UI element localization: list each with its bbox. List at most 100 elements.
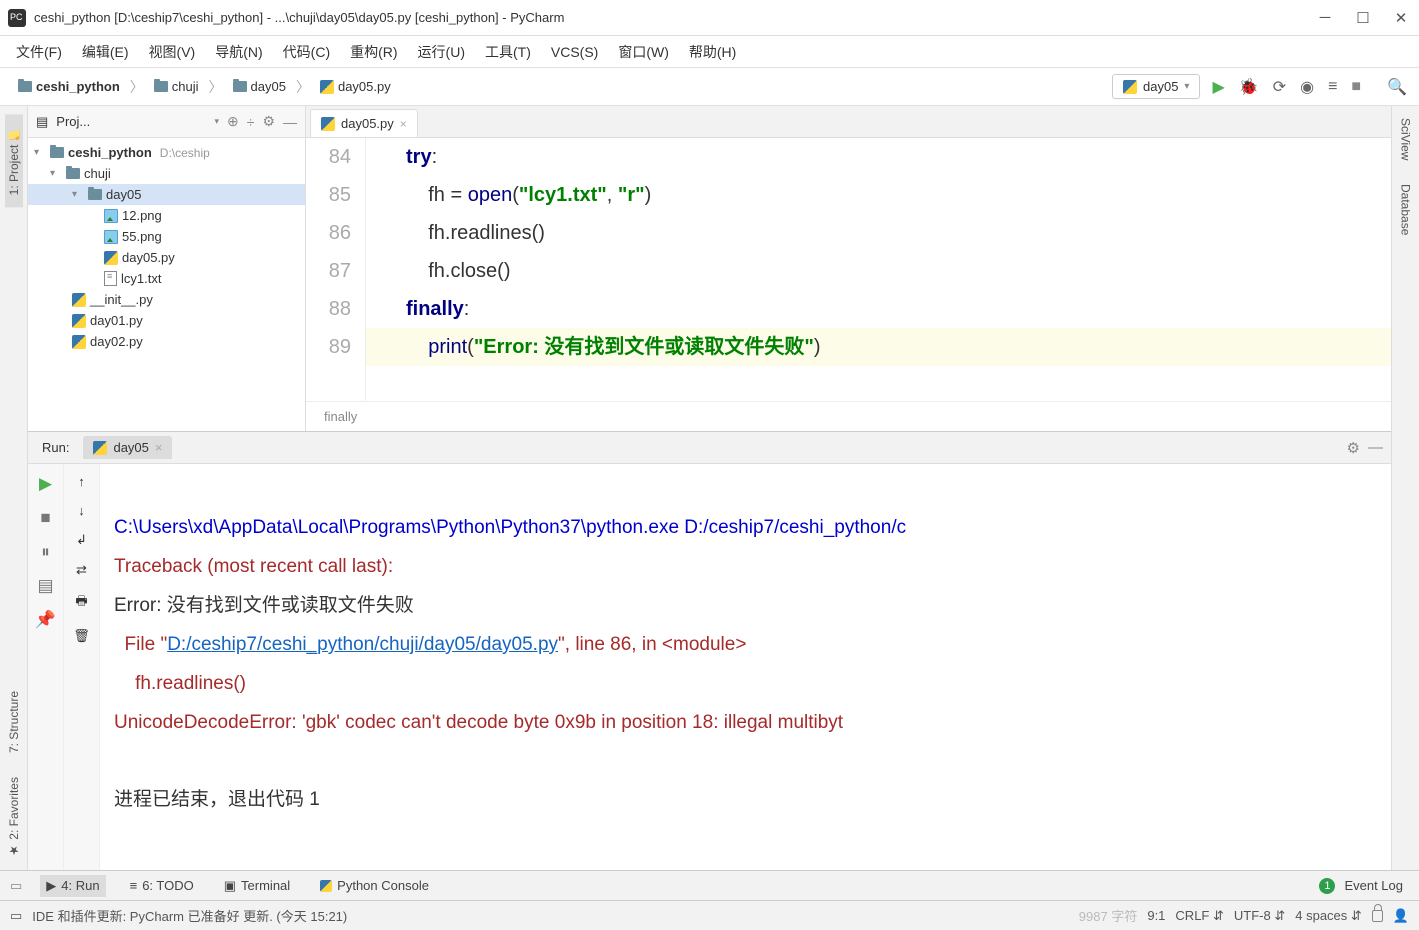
hide-icon[interactable]: — — [283, 114, 297, 130]
profile-button[interactable]: ◉ — [1300, 77, 1314, 97]
tree-file[interactable]: __init__.py — [28, 289, 305, 310]
hide-icon[interactable]: — — [1368, 439, 1383, 456]
output-line: fh.readlines() — [114, 673, 246, 694]
stop-button[interactable]: ■ — [1351, 78, 1361, 96]
tree-file[interactable]: 55.png — [28, 226, 305, 247]
project-view-icon: ▤ — [36, 114, 48, 130]
tree-file[interactable]: lcy1.txt — [28, 268, 305, 289]
tree-root[interactable]: ▾ceshi_pythonD:\ceship — [28, 142, 305, 163]
inspector-icon[interactable]: 👤 — [1393, 908, 1409, 924]
rerun-button[interactable]: ▶ — [39, 474, 52, 494]
database-tool-tab[interactable]: Database — [1397, 172, 1415, 247]
stop-button[interactable]: ■ — [40, 508, 50, 528]
menu-run[interactable]: 运行(U) — [410, 38, 473, 66]
project-title[interactable]: Proj... — [56, 114, 206, 129]
layout-button[interactable]: ▤ — [37, 576, 53, 596]
maximize-button[interactable]: ☐ — [1353, 8, 1373, 28]
status-message[interactable]: IDE 和插件更新: PyCharm 已准备好 更新. (今天 15:21) — [32, 906, 347, 925]
breadcrumb-item[interactable]: day05 — [227, 77, 292, 96]
tab-label: day05.py — [341, 116, 394, 131]
code-editor[interactable]: 848586878889 try: fh = open("lcy1.txt", … — [306, 138, 1391, 401]
todo-tool-tab[interactable]: ≡ 6: TODO — [124, 875, 200, 896]
coverage-button[interactable]: ⟳ — [1273, 77, 1286, 97]
breadcrumb-label: day05.py — [338, 79, 391, 94]
line-separator[interactable]: CRLF ⇵ — [1175, 908, 1223, 924]
search-button[interactable]: 🔍 — [1387, 77, 1407, 97]
concurrent-button[interactable]: ≡ — [1328, 78, 1337, 96]
output-line: C:\Users\xd\AppData\Local\Programs\Pytho… — [114, 517, 906, 538]
cursor-position[interactable]: 9:1 — [1147, 908, 1165, 923]
notification-badge: 1 — [1319, 878, 1335, 894]
breadcrumb-label: chuji — [172, 79, 199, 94]
run-tab[interactable]: day05 × — [83, 436, 172, 459]
event-log-tool-tab[interactable]: 1Event Log — [1313, 875, 1409, 897]
folder-icon — [154, 81, 168, 92]
editor-tab[interactable]: day05.py × — [310, 109, 418, 137]
run-button[interactable]: ▶ — [1212, 77, 1224, 97]
editor-tabs: day05.py × — [306, 106, 1391, 138]
close-tab-icon[interactable]: × — [155, 440, 163, 455]
left-gutter: 1: Project📁 7: Structure ★2: Favorites — [0, 106, 28, 870]
chevron-down-icon[interactable]: ▾ — [214, 116, 219, 127]
python-console-tool-tab[interactable]: Python Console — [314, 875, 435, 896]
run-tool-column-2: ↑ ↓ ↲ ⇄ 🖶 🗑 — [64, 464, 100, 870]
close-tab-icon[interactable]: × — [400, 117, 407, 131]
breadcrumb-file[interactable]: day05.py — [314, 77, 397, 96]
run-config-selector[interactable]: day05 ▾ — [1112, 74, 1200, 99]
indent[interactable]: 4 spaces ⇵ — [1295, 908, 1362, 924]
menu-window[interactable]: 窗口(W) — [610, 38, 677, 66]
menu-view[interactable]: 视图(V) — [141, 38, 204, 66]
collapse-icon[interactable]: ÷ — [247, 114, 255, 130]
project-tool-tab[interactable]: 1: Project📁 — [5, 114, 23, 207]
tree-file[interactable]: day01.py — [28, 310, 305, 331]
menu-help[interactable]: 帮助(H) — [681, 38, 744, 66]
lock-icon[interactable] — [1372, 910, 1383, 922]
wrap-button[interactable]: ↲ — [76, 532, 87, 548]
close-button[interactable]: ✕ — [1391, 8, 1411, 28]
menu-vcs[interactable]: VCS(S) — [543, 40, 606, 64]
scroll-button[interactable]: ⇄ — [76, 562, 87, 578]
terminal-tool-tab[interactable]: ▣ Terminal — [218, 875, 296, 897]
menu-refactor[interactable]: 重构(R) — [342, 38, 405, 66]
menu-navigate[interactable]: 导航(N) — [207, 38, 270, 66]
sciview-tool-tab[interactable]: SciView — [1397, 106, 1415, 172]
target-icon[interactable]: ⊕ — [227, 113, 239, 130]
pin-button[interactable]: 📌 — [35, 610, 56, 630]
structure-tool-tab[interactable]: 7: Structure — [5, 679, 23, 765]
folder-icon — [18, 81, 32, 92]
tree-file[interactable]: day05.py — [28, 247, 305, 268]
output-line: 进程已结束，退出代码 1 — [114, 789, 320, 810]
breadcrumb-item[interactable]: chuji — [148, 77, 205, 96]
menu-tools[interactable]: 工具(T) — [477, 38, 539, 66]
run-output[interactable]: C:\Users\xd\AppData\Local\Programs\Pytho… — [100, 464, 1391, 870]
menu-code[interactable]: 代码(C) — [275, 38, 338, 66]
tree-folder[interactable]: ▾chuji — [28, 163, 305, 184]
gear-icon[interactable]: ⚙ — [262, 113, 275, 130]
status-icon[interactable]: ▭ — [10, 908, 22, 924]
main-split: ▤ Proj... ▾ ⊕ ÷ ⚙ — ▾ceshi_pythonD:\cesh… — [28, 106, 1391, 870]
project-tree[interactable]: ▾ceshi_pythonD:\ceship ▾chuji ▾day05 12.… — [28, 138, 305, 431]
debug-button[interactable]: 🐞 — [1239, 77, 1259, 97]
run-tool-tab[interactable]: ▶ 4: Run — [40, 875, 105, 897]
minimize-button[interactable]: ─ — [1315, 8, 1335, 28]
menu-edit[interactable]: 编辑(E) — [74, 38, 137, 66]
pause-button[interactable]: ⏸ — [41, 542, 50, 562]
favorites-tool-tab[interactable]: ★2: Favorites — [5, 765, 23, 870]
tree-file[interactable]: day02.py — [28, 331, 305, 352]
menu-file[interactable]: 文件(F) — [8, 38, 70, 66]
editor-breadcrumb[interactable]: finally — [306, 401, 1391, 431]
down-button[interactable]: ↓ — [78, 503, 85, 518]
quick-access-icon[interactable]: ▭ — [10, 878, 22, 894]
code-body[interactable]: try: fh = open("lcy1.txt", "r") fh.readl… — [366, 138, 1391, 401]
tree-file[interactable]: 12.png — [28, 205, 305, 226]
error-link[interactable]: D:/ceship7/ceshi_python/chuji/day05/day0… — [167, 634, 558, 655]
gear-icon[interactable]: ⚙ — [1347, 439, 1360, 457]
project-panel: ▤ Proj... ▾ ⊕ ÷ ⚙ — ▾ceshi_pythonD:\cesh… — [28, 106, 306, 431]
encoding[interactable]: UTF-8 ⇵ — [1234, 908, 1285, 924]
print-button[interactable]: 🖶 — [75, 592, 87, 614]
window-titlebar: ceshi_python [D:\ceship7\ceshi_python] -… — [0, 0, 1419, 36]
tree-folder-selected[interactable]: ▾day05 — [28, 184, 305, 205]
up-button[interactable]: ↑ — [78, 474, 85, 489]
breadcrumb-root[interactable]: ceshi_python — [12, 77, 126, 96]
trash-button[interactable]: 🗑 — [73, 628, 90, 644]
